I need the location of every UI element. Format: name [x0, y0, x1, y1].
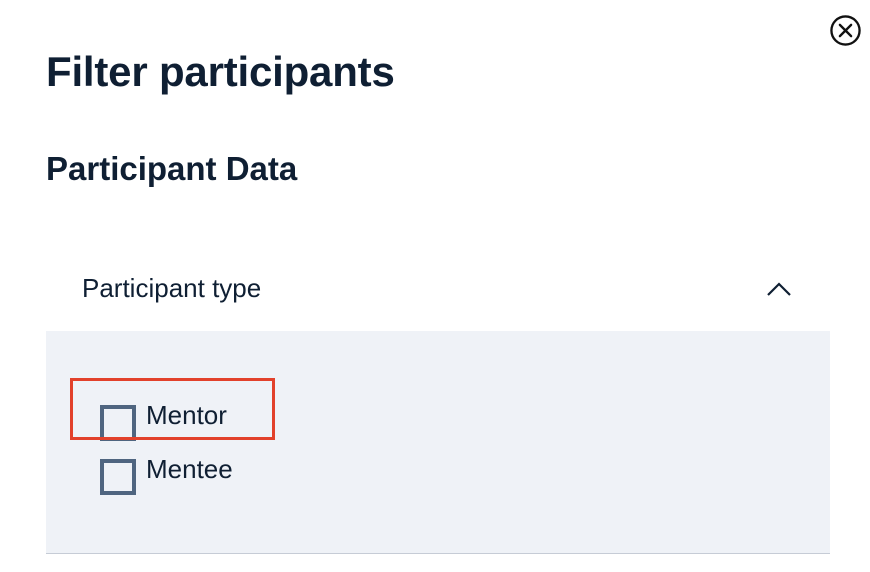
- accordion-title: Participant type: [82, 273, 262, 303]
- participant-type-accordion: Participant type Mentor Mentee: [46, 246, 830, 554]
- chevron-up-icon: [767, 281, 791, 296]
- accordion-header[interactable]: Participant type: [46, 246, 830, 331]
- mentor-option[interactable]: Mentor: [100, 395, 227, 441]
- section-title: Participant Data: [46, 150, 298, 187]
- close-circle-icon: [829, 14, 861, 46]
- mentee-option[interactable]: Mentee: [100, 449, 233, 495]
- accordion-content: Mentor Mentee: [46, 331, 830, 554]
- mentee-label: Mentee: [146, 453, 233, 484]
- mentor-label: Mentor: [146, 399, 227, 430]
- filter-dialog: Filter participants Participant Data Par…: [0, 0, 870, 572]
- page-title: Filter participants: [46, 48, 395, 95]
- mentee-checkbox[interactable]: [100, 459, 136, 495]
- mentor-checkbox[interactable]: [100, 405, 136, 441]
- close-button[interactable]: [828, 13, 862, 47]
